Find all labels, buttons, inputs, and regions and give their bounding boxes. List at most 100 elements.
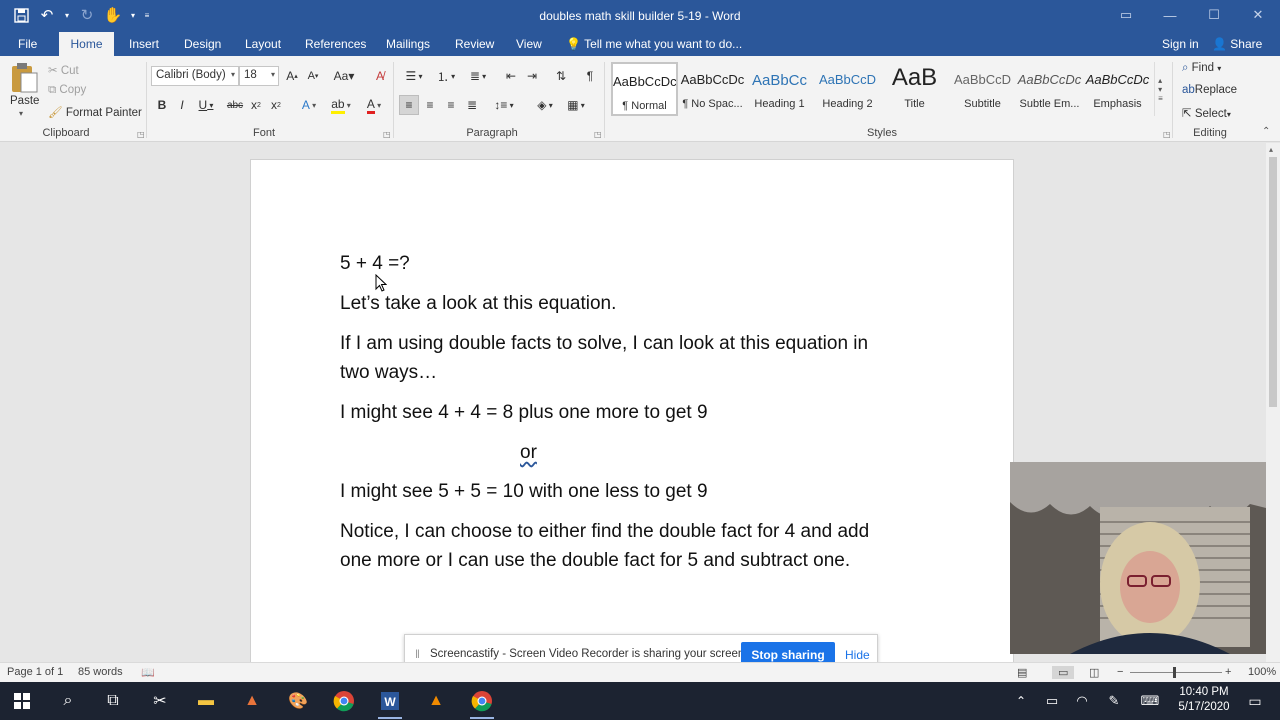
style-heading-1[interactable]: AaBbCc Heading 1 — [746, 62, 813, 116]
align-center-icon[interactable]: ≡ — [421, 95, 439, 115]
keyboard-icon[interactable]: ⌨ — [1136, 687, 1164, 715]
decrease-indent-icon[interactable]: ⇤ — [502, 67, 520, 85]
word-count[interactable]: 85 words — [78, 666, 123, 678]
paint-app-icon[interactable]: 🎨 — [284, 687, 312, 715]
style-normal[interactable]: AaBbCcDc ¶ Normal — [611, 62, 678, 116]
sort-icon[interactable]: ⇅ — [552, 67, 570, 85]
shading-icon[interactable]: ◈ ▾ — [531, 95, 559, 115]
drag-handle-icon[interactable]: ‖ — [415, 647, 420, 661]
multilevel-list-icon[interactable]: ≣ ▾ — [464, 67, 492, 85]
font-size-select[interactable]: 18 ▾ — [239, 66, 279, 86]
collapse-ribbon-icon[interactable]: ⌃ — [1262, 126, 1270, 137]
tab-references[interactable]: References — [296, 32, 375, 56]
share-button[interactable]: 👤 Share — [1212, 32, 1262, 56]
zoom-slider[interactable] — [1130, 672, 1222, 673]
tab-design[interactable]: Design — [175, 32, 230, 56]
font-color-icon[interactable]: A ▾ — [360, 96, 388, 114]
font-launcher-icon[interactable]: ◳ — [383, 130, 391, 139]
paste-dropdown-icon[interactable]: ▾ — [19, 109, 23, 118]
scrollbar-thumb[interactable] — [1269, 157, 1277, 407]
task-view-icon[interactable]: ⧉ — [99, 687, 127, 715]
font-name-select[interactable]: Calibri (Body) ▾ — [151, 66, 239, 86]
line-spacing-icon[interactable]: ↕≡ ▾ — [490, 95, 518, 115]
paste-icon[interactable] — [8, 62, 40, 94]
vertical-scrollbar[interactable]: ▴ — [1266, 143, 1280, 662]
find-button[interactable]: ⌕ Find ▾ — [1182, 62, 1221, 75]
select-button[interactable]: ⇱ Select▾ — [1182, 106, 1231, 120]
italic-icon[interactable]: I — [174, 96, 190, 114]
file-explorer-icon[interactable]: ▬ — [192, 687, 220, 715]
tab-home[interactable]: Home — [59, 32, 114, 56]
tab-mailings[interactable]: Mailings — [377, 32, 439, 56]
clear-formatting-icon[interactable]: A̸ — [370, 67, 390, 85]
search-icon[interactable]: ⌕ — [54, 687, 82, 715]
wifi-icon[interactable]: ◠ — [1068, 687, 1096, 715]
tab-insert[interactable]: Insert — [120, 32, 168, 56]
chrome-icon[interactable] — [330, 687, 358, 715]
text-effects-icon[interactable]: A ▾ — [296, 96, 322, 114]
tab-file[interactable]: File — [9, 32, 46, 56]
highlight-icon[interactable]: ab ▾ — [327, 96, 355, 114]
subscript-icon[interactable]: x2 — [248, 96, 264, 114]
cut-button[interactable]: ✂ Cut — [48, 63, 79, 77]
scroll-up-icon[interactable]: ▴ — [1269, 145, 1273, 154]
zoom-slider-thumb[interactable] — [1173, 667, 1176, 678]
maximize-icon[interactable]: ☐ — [1192, 0, 1236, 30]
style-title[interactable]: AaB Title — [881, 62, 948, 116]
style-subtle-emphasis[interactable]: AaBbCcDc Subtle Em... — [1016, 62, 1083, 116]
replace-button[interactable]: abReplace — [1182, 84, 1237, 96]
styles-scroll-icon[interactable]: ▴ ▾ ≡ — [1154, 62, 1166, 116]
justify-icon[interactable]: ≣ — [463, 95, 481, 115]
style-heading-2[interactable]: AaBbCcD Heading 2 — [814, 62, 881, 116]
borders-icon[interactable]: ▦ ▾ — [562, 95, 590, 115]
bold-icon[interactable]: B — [154, 96, 170, 114]
tab-layout[interactable]: Layout — [236, 32, 290, 56]
chrome-icon[interactable] — [468, 687, 496, 719]
show-hidden-icons-icon[interactable]: ⌃ — [1007, 687, 1035, 715]
close-icon[interactable]: ✕ — [1236, 0, 1280, 30]
clock[interactable]: 10:40 PM 5/17/2020 — [1172, 685, 1236, 715]
tab-view[interactable]: View — [507, 32, 551, 56]
hide-link[interactable]: Hide — [845, 648, 870, 662]
snipping-tool-icon[interactable]: ✂ — [146, 687, 174, 715]
notifications-icon[interactable]: ▭ — [1241, 687, 1269, 715]
styles-launcher-icon[interactable]: ◳ — [1163, 130, 1171, 139]
tell-me-box[interactable]: 💡 Tell me what you want to do... — [566, 32, 742, 56]
document-page[interactable]: 5 + 4 =? Let’s take a look at this equat… — [250, 159, 1014, 662]
zoom-level[interactable]: 100% — [1248, 666, 1276, 678]
pen-icon[interactable]: ✎ — [1100, 687, 1128, 715]
windows-start-icon[interactable] — [8, 687, 36, 715]
style-subtitle[interactable]: AaBbCcD Subtitle — [949, 62, 1016, 116]
webcam-overlay[interactable] — [1010, 462, 1266, 654]
style-no-spacing[interactable]: AaBbCcDc ¶ No Spac... — [679, 62, 746, 116]
battery-icon[interactable]: ▭ — [1038, 687, 1066, 715]
word-app-icon[interactable]: W — [376, 687, 404, 719]
show-marks-icon[interactable]: ¶ — [581, 67, 599, 85]
clipboard-launcher-icon[interactable]: ◳ — [137, 130, 145, 139]
paragraph-launcher-icon[interactable]: ◳ — [594, 130, 602, 139]
strikethrough-icon[interactable]: abc — [226, 96, 244, 114]
tab-review[interactable]: Review — [446, 32, 503, 56]
align-left-icon[interactable]: ≡ — [399, 95, 419, 115]
change-case-icon[interactable]: Aa▾ — [331, 67, 357, 85]
bullets-icon[interactable]: ☰ ▾ — [400, 67, 428, 85]
ribbon-display-icon[interactable]: ▭ — [1104, 0, 1148, 30]
web-layout-icon[interactable]: ◫ — [1089, 666, 1099, 679]
superscript-icon[interactable]: x2 — [268, 96, 284, 114]
grow-font-icon[interactable]: A ▴ — [283, 67, 301, 85]
proofing-icon[interactable]: 📖 — [141, 666, 155, 679]
paste-label[interactable]: Paste — [10, 95, 39, 107]
format-painter-button[interactable]: 🖌 Format Painter — [48, 105, 142, 119]
vlc-icon[interactable]: ▲ — [422, 687, 450, 715]
zoom-out-icon[interactable]: − — [1117, 666, 1123, 678]
print-layout-icon[interactable]: ▭ — [1052, 666, 1075, 679]
read-mode-icon[interactable]: ▤ — [1017, 666, 1027, 679]
numbering-icon[interactable]: ⒈ ▾ — [432, 67, 460, 85]
presentation-app-icon[interactable]: ▲ — [238, 687, 266, 715]
minimize-icon[interactable]: — — [1148, 0, 1192, 30]
page-count[interactable]: Page 1 of 1 — [7, 666, 63, 678]
copy-button[interactable]: ⧉ Copy — [48, 84, 86, 97]
increase-indent-icon[interactable]: ⇥ — [523, 67, 541, 85]
shrink-font-icon[interactable]: A ▾ — [304, 67, 322, 85]
zoom-in-icon[interactable]: + — [1225, 666, 1231, 678]
